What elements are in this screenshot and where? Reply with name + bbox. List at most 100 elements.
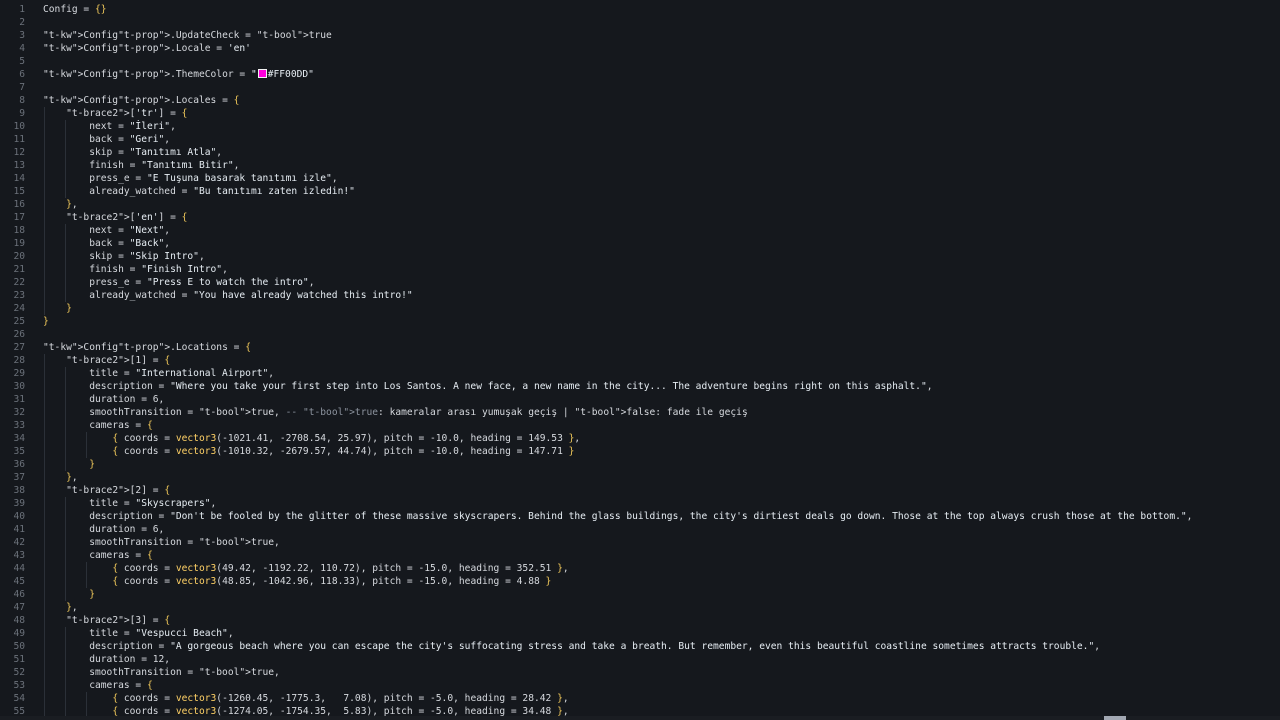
line-number: 28 (13, 355, 25, 366)
line-number: 36 (13, 459, 25, 470)
code-line[interactable]: 31 duration = 6, (0, 393, 1280, 406)
line-number: 31 (13, 394, 25, 405)
code-line[interactable]: 14 press_e = "E Tuşuna basarak tanıtımı … (0, 172, 1280, 185)
code-line[interactable]: 29 title = "International Airport", (0, 367, 1280, 380)
code-line[interactable]: 40 description = "Don't be fooled by the… (0, 510, 1280, 523)
code-line[interactable]: 30 description = "Where you take your fi… (0, 380, 1280, 393)
code-line[interactable]: 11 back = "Geri", (0, 133, 1280, 146)
line-code: } (66, 303, 72, 314)
line-code: description = "A gorgeous beach where yo… (43, 641, 1101, 652)
code-line[interactable]: 15 already_watched = "Bu tanıtımı zaten … (0, 185, 1280, 198)
code-line[interactable]: 27 "t-kw">Config"t-prop">.Locations = { (0, 341, 1280, 354)
code-line[interactable]: 19 back = "Back", (0, 237, 1280, 250)
line-code: already_watched = "You have already watc… (43, 290, 413, 301)
line-code: description = "Where you take your first… (43, 381, 933, 392)
line-code: cameras = { (43, 550, 153, 561)
horizontal-scrollbar-track[interactable] (0, 716, 1280, 720)
line-number: 48 (13, 615, 25, 626)
line-number: 27 (13, 342, 25, 353)
code-line[interactable]: 50 description = "A gorgeous beach where… (0, 640, 1280, 653)
line-number: 2 (19, 17, 25, 28)
code-line[interactable]: 2 (0, 16, 1280, 29)
code-editor[interactable]: 1 Config = {} 2 3 "t-kw">Config"t-prop">.Upd… (0, 3, 1280, 719)
code-line[interactable]: 25} (0, 315, 1280, 328)
line-number: 25 (13, 316, 25, 327)
code-line[interactable]: 41 duration = 6, (0, 523, 1280, 536)
line-number: 49 (13, 628, 25, 639)
line-number: 29 (13, 368, 25, 379)
line-number: 44 (13, 563, 25, 574)
line-number: 30 (13, 381, 25, 392)
code-line[interactable]: 48 "t-brace2">[3] = { (0, 614, 1280, 627)
code-line[interactable]: 36 } (0, 458, 1280, 471)
code-line[interactable]: 51 duration = 12, (0, 653, 1280, 666)
code-line[interactable]: 6 "t-kw">Config"t-prop">.ThemeColor = " #F… (0, 68, 1280, 81)
code-line[interactable]: 21 finish = "Finish Intro", (0, 263, 1280, 276)
code-line[interactable]: 43 cameras = { (0, 549, 1280, 562)
code-line[interactable]: 22 press_e = "Press E to watch the intro… (0, 276, 1280, 289)
code-line[interactable]: 4 "t-kw">Config"t-prop">.Locale = 'en' (0, 42, 1280, 55)
code-line[interactable]: 28 "t-brace2">[1] = { (0, 354, 1280, 367)
code-line[interactable]: 23 already_watched = "You have already w… (0, 289, 1280, 302)
code-line[interactable]: 45 { coords = vector3(48.85, -1042.96, 1… (0, 575, 1280, 588)
line-number: 51 (13, 654, 25, 665)
code-line[interactable]: 3 "t-kw">Config"t-prop">.UpdateCheck = "t… (0, 29, 1280, 42)
line-code: back = "Geri", (43, 134, 171, 145)
code-line[interactable]: 44 { coords = vector3(49.42, -1192.22, 1… (0, 562, 1280, 575)
line-number: 10 (13, 121, 25, 132)
line-code: title = "Skyscrapers", (43, 498, 217, 509)
horizontal-scrollbar-thumb[interactable] (1104, 716, 1126, 720)
line-code: finish = "Finish Intro", (43, 264, 228, 275)
line-code: back = "Back", (43, 238, 171, 249)
code-line[interactable]: 52 smoothTransition = "t-bool">true, (0, 666, 1280, 679)
code-line[interactable]: 42 smoothTransition = "t-bool">true, (0, 536, 1280, 549)
code-line[interactable]: 9 "t-brace2">['tr'] = { (0, 107, 1280, 120)
code-line[interactable]: 54 { coords = vector3(-1260.45, -1775.3,… (0, 692, 1280, 705)
line-number: 9 (19, 108, 25, 119)
line-code: cameras = { (43, 420, 153, 431)
line-number: 7 (19, 82, 25, 93)
line-code: duration = 6, (43, 394, 165, 405)
code-line[interactable]: 17 "t-brace2">['en'] = { (0, 211, 1280, 224)
code-line[interactable]: 20 skip = "Skip Intro", (0, 250, 1280, 263)
code-line[interactable]: 38 "t-brace2">[2] = { (0, 484, 1280, 497)
line-code: press_e = "Press E to watch the intro", (43, 277, 315, 288)
line-code: "t-brace2">['en'] = { (66, 212, 188, 223)
code-line[interactable]: 46 } (0, 588, 1280, 601)
line-code: "t-kw">Config"t-prop">.UpdateCheck = "t-… (43, 30, 332, 41)
code-line[interactable]: 12 skip = "Tanıtımı Atla", (0, 146, 1280, 159)
code-line[interactable]: 7 (0, 81, 1280, 94)
code-line[interactable]: 1 Config = {} (0, 3, 1280, 16)
line-code: next = "İleri", (43, 121, 176, 132)
line-code: press_e = "E Tuşuna basarak tanıtımı izl… (43, 173, 338, 184)
code-line[interactable]: 49 title = "Vespucci Beach", (0, 627, 1280, 640)
code-line[interactable]: 8 "t-kw">Config"t-prop">.Locales = { (0, 94, 1280, 107)
code-line[interactable]: 53 cameras = { (0, 679, 1280, 692)
line-code: duration = 12, (43, 654, 171, 665)
line-code: skip = "Tanıtımı Atla", (43, 147, 223, 158)
line-code: "t-brace2">['tr'] = { (66, 108, 188, 119)
code-line[interactable]: 5 (0, 55, 1280, 68)
line-code: duration = 6, (43, 524, 165, 535)
code-line[interactable]: 34 { coords = vector3(-1021.41, -2708.54… (0, 432, 1280, 445)
code-line[interactable]: 47 }, (0, 601, 1280, 614)
line-code: smoothTransition = "t-bool">true, (43, 537, 280, 548)
line-code: "t-kw">Config"t-prop">.ThemeColor = " #FF… (43, 69, 314, 80)
code-line[interactable]: 16 }, (0, 198, 1280, 211)
code-line[interactable]: 24 } (0, 302, 1280, 315)
code-line[interactable]: 10 next = "İleri", (0, 120, 1280, 133)
code-line[interactable]: 35 { coords = vector3(-1010.32, -2679.57… (0, 445, 1280, 458)
code-line[interactable]: 32 smoothTransition = "t-bool">true, -- … (0, 406, 1280, 419)
code-line[interactable]: 33 cameras = { (0, 419, 1280, 432)
line-code: { coords = vector3(-1260.45, -1775.3, 7.… (112, 693, 569, 704)
code-line[interactable]: 13 finish = "Tanıtımı Bitir", (0, 159, 1280, 172)
code-line[interactable]: 18 next = "Next", (0, 224, 1280, 237)
line-number: 42 (13, 537, 25, 548)
line-code: { coords = vector3(-1021.41, -2708.54, 2… (112, 433, 581, 444)
code-line[interactable]: 39 title = "Skyscrapers", (0, 497, 1280, 510)
code-line[interactable]: 37 }, (0, 471, 1280, 484)
code-line[interactable]: 26 (0, 328, 1280, 341)
line-number: 12 (13, 147, 25, 158)
line-code: skip = "Skip Intro", (43, 251, 205, 262)
line-number: 19 (13, 238, 25, 249)
